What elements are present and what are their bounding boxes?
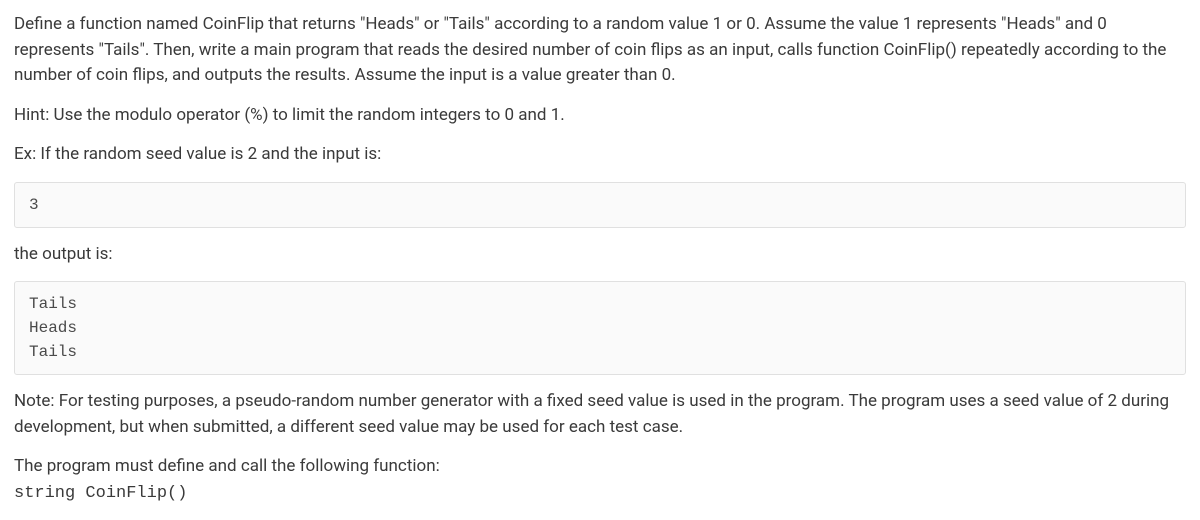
- signature-paragraph: The program must define and call the fol…: [14, 454, 1186, 506]
- problem-description: Define a function named CoinFlip that re…: [14, 12, 1186, 89]
- note-text: Note: For testing purposes, a pseudo-ran…: [14, 389, 1186, 440]
- hint-text: Hint: Use the modulo operator (%) to lim…: [14, 103, 1186, 129]
- example-input-box: 3: [14, 182, 1186, 228]
- example-intro: Ex: If the random seed value is 2 and th…: [14, 142, 1186, 168]
- signature-intro: The program must define and call the fol…: [14, 456, 440, 476]
- output-label: the output is:: [14, 242, 1186, 268]
- example-output-box: Tails Heads Tails: [14, 281, 1186, 375]
- function-signature: string CoinFlip(): [14, 484, 187, 503]
